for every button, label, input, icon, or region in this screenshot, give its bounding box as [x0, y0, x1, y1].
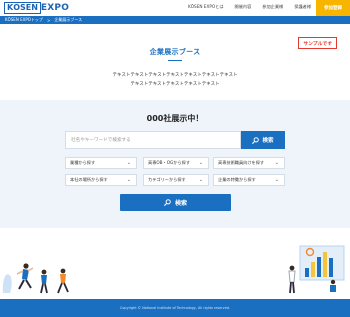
keyword-search-input[interactable]: 社名やキーワードで検索する	[65, 131, 241, 149]
site-logo[interactable]: KŌSEN EXPO	[4, 1, 69, 15]
select-location-label: 本社の場所から探す	[70, 177, 108, 182]
title-underline	[168, 60, 182, 62]
chevron-down-icon: ⌄	[198, 177, 203, 183]
data-analysis-illustration	[288, 245, 345, 294]
search-icon	[252, 136, 260, 144]
hero-illustration	[2, 245, 345, 294]
breadcrumb-current: 企業展示ブース	[54, 17, 83, 22]
nav-item-parents[interactable]: 保護者様	[294, 4, 311, 10]
register-button[interactable]: 参加登録	[316, 0, 350, 16]
copyright-text: Copyright © National Institute of Techno…	[119, 306, 231, 310]
running-people-illustration	[2, 263, 69, 294]
select-alumni[interactable]: 高専OB・OGから探す ⌄	[143, 157, 209, 169]
keyword-search-button[interactable]: 検索	[241, 131, 285, 149]
exhibitor-count: 000社展示中！	[146, 114, 204, 123]
chevron-down-icon: ⌄	[198, 160, 203, 166]
breadcrumb-home-link[interactable]: KŌSEN EXPOトップ	[5, 17, 43, 23]
logo-bracket-text: KŌSEN	[4, 2, 41, 14]
select-alumni-label: 高専OB・OGから探す	[148, 160, 191, 165]
chevron-down-icon: ⌄	[274, 160, 279, 166]
site-footer: Copyright © National Institute of Techno…	[0, 299, 350, 317]
nav-item-content[interactable]: 開催内容	[235, 4, 252, 10]
nav-item-companies[interactable]: 参加企業様	[262, 4, 283, 10]
breadcrumb-separator: >	[46, 17, 51, 23]
breadcrumb: KŌSEN EXPOトップ > 企業展示ブース	[0, 16, 350, 24]
page-description: テキストテキストテキストテキストテキストテキストテキスト テキストテキストテキス…	[0, 72, 350, 89]
nav-item-about[interactable]: KŌSEN EXPOとは	[188, 4, 224, 10]
main-nav: KŌSEN EXPOとは 開催内容 参加企業様 保護者様	[188, 4, 322, 10]
select-staff[interactable]: 高専技術職員向けを探す ⌄	[213, 157, 285, 169]
keyword-search-button-label: 検索	[262, 138, 274, 144]
select-category-label: カテゴリーから探す	[148, 177, 186, 182]
main-search-button[interactable]: 検索	[120, 194, 231, 211]
select-industry[interactable]: 業種から探す ⌄	[65, 157, 137, 169]
description-line-1: テキストテキストテキストテキストテキストテキストテキスト	[112, 73, 238, 78]
chevron-down-icon: ⌄	[274, 177, 279, 183]
select-feature-label: 企業の特徴から探す	[218, 177, 256, 182]
main-search-button-label: 検索	[174, 200, 187, 207]
select-category[interactable]: カテゴリーから探す ⌄	[143, 174, 209, 186]
page-title: 企業展示ブース	[149, 48, 201, 56]
site-header: KŌSEN EXPO KŌSEN EXPOとは 開催内容 参加企業様 保護者様 …	[0, 0, 350, 16]
select-staff-label: 高専技術職員向けを探す	[218, 160, 265, 165]
description-line-2: テキストテキストテキストテキストテキスト	[130, 81, 220, 87]
chevron-down-icon: ⌄	[126, 177, 131, 183]
select-feature[interactable]: 企業の特徴から探す ⌄	[213, 174, 285, 186]
search-icon	[164, 199, 171, 206]
select-location[interactable]: 本社の場所から探す ⌄	[65, 174, 137, 186]
select-industry-label: 業種から探す	[70, 160, 96, 165]
chevron-down-icon: ⌄	[126, 160, 131, 166]
logo-text: EXPO	[40, 3, 70, 13]
